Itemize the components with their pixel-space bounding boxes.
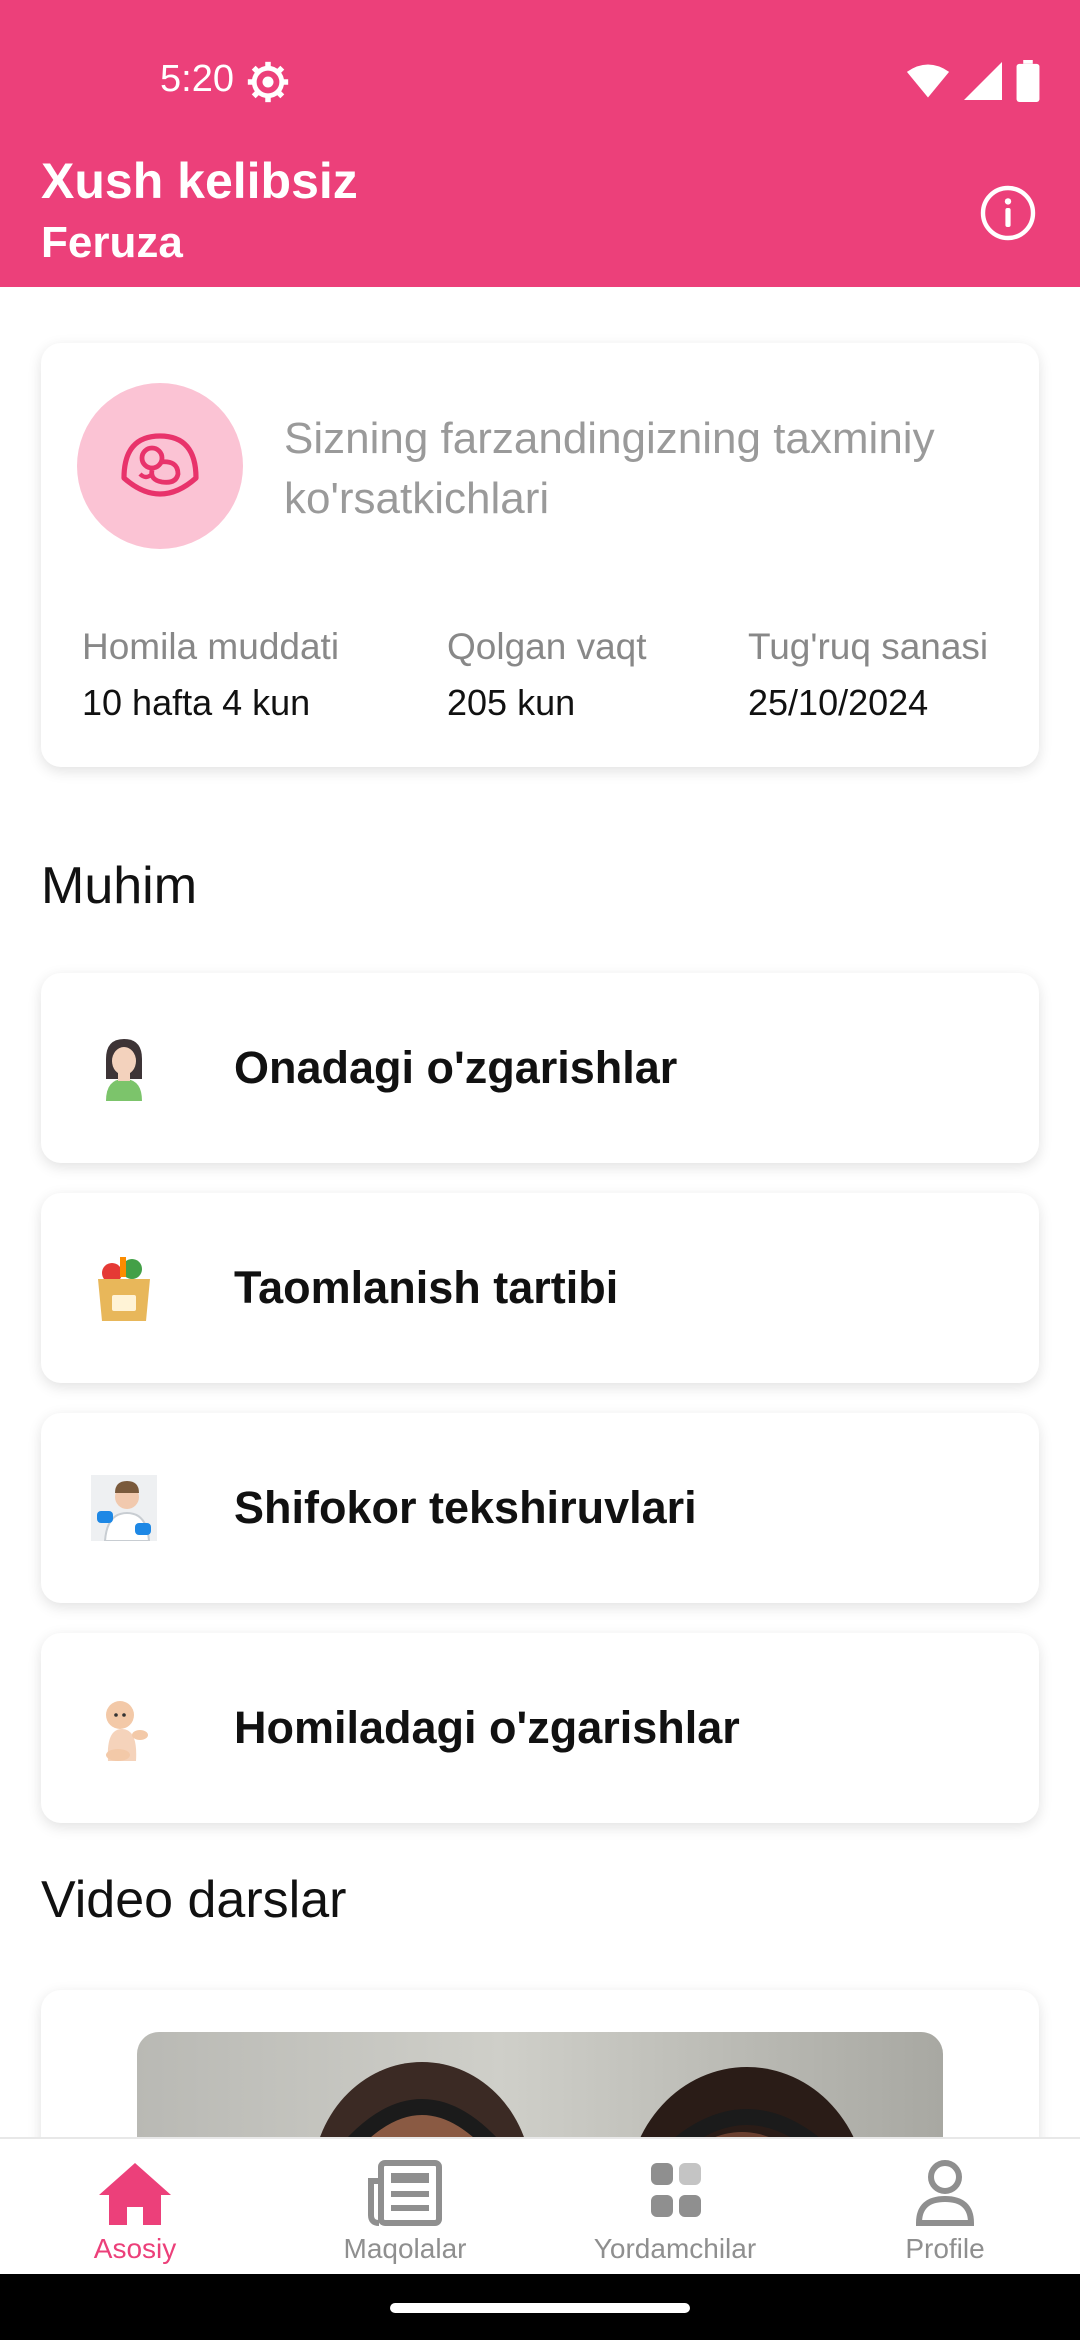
user-name: Feruza: [41, 218, 183, 267]
doctor-icon: [91, 1475, 157, 1541]
menu-item-label: Homiladagi o'zgarishlar: [234, 1702, 740, 1753]
pregnancy-summary-card[interactable]: Sizning farzandingizning taxminiy ko'rsa…: [41, 343, 1039, 767]
stat-value: 10 hafta 4 kun: [82, 682, 311, 723]
menu-item-nutrition[interactable]: Taomlanish tartibi: [41, 1193, 1039, 1383]
home-gesture-handle[interactable]: [390, 2303, 690, 2313]
menu-item-label: Onadagi o'zgarishlar: [234, 1042, 678, 1093]
menu-item-label: Shifokor tekshiruvlari: [234, 1482, 697, 1533]
nav-label: Yordamchilar: [593, 2233, 757, 2264]
bottom-navigation: Asosiy Maqolalar Yordamchilar Profile: [0, 2137, 1080, 2274]
nav-articles[interactable]: Maqolalar: [270, 2139, 540, 2276]
stat-label: Homila muddati: [82, 626, 340, 667]
grocery-bag-icon: [91, 1255, 157, 1321]
nav-home[interactable]: Asosiy: [0, 2139, 270, 2276]
newspaper-icon: [368, 2160, 442, 2226]
system-navigation-bar: [0, 2274, 1080, 2340]
menu-item-fetus-changes[interactable]: Homiladagi o'zgarishlar: [41, 1633, 1039, 1823]
person-icon: [915, 2160, 975, 2226]
grid-icon: [651, 2163, 701, 2217]
nav-label: Maqolalar: [343, 2233, 467, 2264]
stat-remaining: Qolgan vaqt 205 kun: [447, 626, 647, 724]
wifi-icon: [906, 64, 950, 98]
nav-profile[interactable]: Profile: [810, 2139, 1080, 2276]
stat-gestation: Homila muddati 10 hafta 4 kun: [82, 626, 339, 724]
stat-value: 205 kun: [447, 682, 576, 723]
app-header: 5:20 Xush kelibsiz Feruza: [0, 0, 1080, 287]
summary-title: Sizning farzandingizning taxminiy ko'rsa…: [284, 414, 935, 523]
status-bar: 5:20: [0, 0, 1080, 160]
menu-item-label: Taomlanish tartibi: [234, 1262, 619, 1313]
video-section-title: Video darslar: [41, 1871, 347, 1929]
stat-label: Tug'ruq sanasi: [748, 626, 989, 667]
status-icons: [906, 60, 1040, 102]
stat-due-date: Tug'ruq sanasi 25/10/2024: [748, 626, 988, 724]
mother-icon: [91, 1035, 157, 1101]
baby-icon: [91, 1695, 157, 1761]
stat-label: Qolgan vaqt: [447, 626, 647, 667]
home-icon: [99, 2163, 171, 2225]
menu-item-mother-changes[interactable]: Onadagi o'zgarishlar: [41, 973, 1039, 1163]
menu-item-doctor-checkups[interactable]: Shifokor tekshiruvlari: [41, 1413, 1039, 1603]
stat-value: 25/10/2024: [748, 682, 929, 723]
status-time: 5:20: [160, 58, 234, 100]
nav-helpers[interactable]: Yordamchilar: [540, 2139, 810, 2276]
settings-gear-icon: [247, 61, 289, 103]
nav-label: Asosiy: [93, 2233, 177, 2264]
important-section-title: Muhim: [41, 857, 198, 915]
nav-label: Profile: [905, 2233, 985, 2264]
info-icon[interactable]: [980, 185, 1036, 241]
fetus-ultrasound-icon: [77, 383, 243, 549]
battery-icon: [1016, 60, 1040, 102]
cellular-signal-icon: [964, 62, 1002, 100]
welcome-title: Xush kelibsiz: [41, 153, 358, 209]
